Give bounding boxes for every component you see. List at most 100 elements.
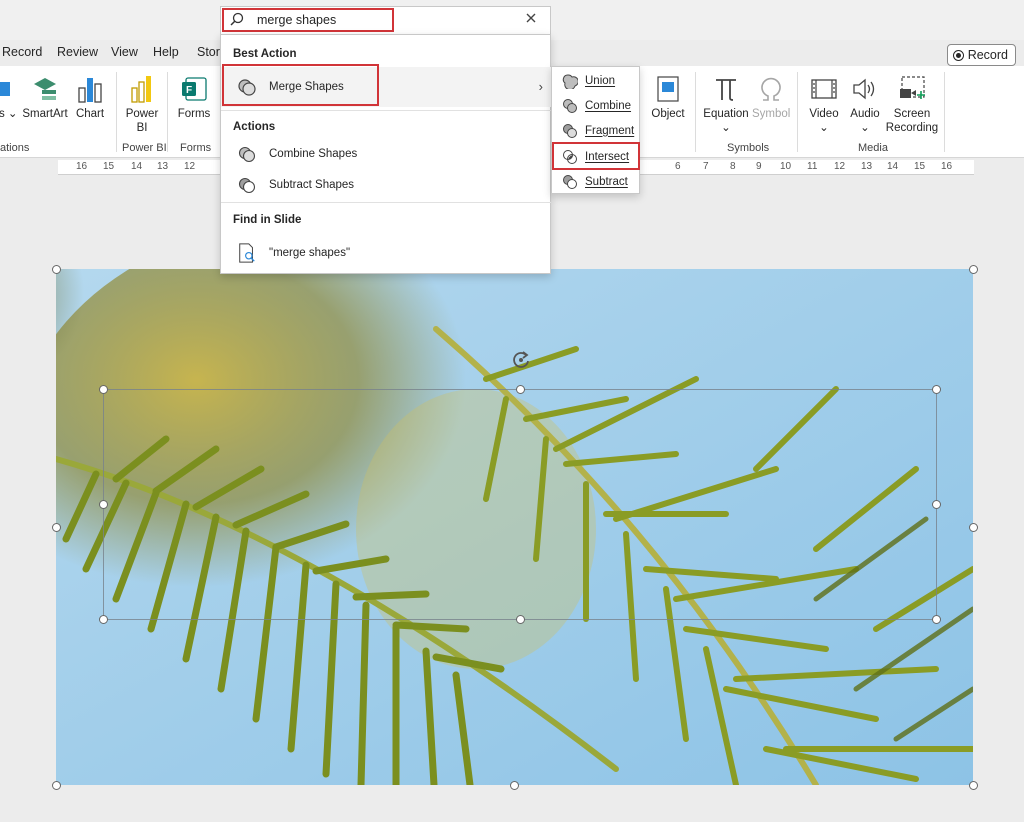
screen-recording-label-line2: Recording	[885, 122, 939, 134]
combine-icon	[563, 98, 577, 113]
smartart-icon	[34, 78, 56, 100]
resize-handle[interactable]	[52, 523, 61, 532]
chart-label: Chart	[75, 108, 105, 120]
video-button[interactable]: Video ⌄	[803, 74, 845, 135]
resize-handle[interactable]	[932, 500, 941, 509]
ruler-tick: 9	[756, 161, 762, 172]
ruler-tick: 15	[914, 161, 926, 172]
resize-handle[interactable]	[99, 615, 108, 624]
ruler-tick: 6	[675, 161, 681, 172]
ruler-tick: 14	[131, 161, 143, 172]
group-separator	[944, 72, 945, 152]
divider	[221, 202, 551, 203]
rectangle-shape[interactable]	[103, 389, 937, 620]
chevron-right-icon: ›	[538, 79, 543, 94]
smartart-button[interactable]: SmartArt	[20, 74, 70, 121]
audio-label: Audio	[850, 108, 880, 120]
resize-handle[interactable]	[969, 523, 978, 532]
group-separator	[797, 72, 798, 152]
ruler-tick: 12	[834, 161, 846, 172]
resize-handle[interactable]	[99, 385, 108, 394]
fragment-item[interactable]: Fragment	[552, 118, 640, 143]
ruler-tick: 15	[103, 161, 115, 172]
chevron-down-icon: ⌄	[721, 122, 731, 134]
subtract-shapes-icon	[238, 177, 256, 194]
group-separator	[167, 72, 168, 152]
union-icon	[562, 73, 578, 89]
audio-button[interactable]: Audio ⌄	[845, 74, 885, 135]
best-action-highlight	[222, 64, 379, 106]
best-action-header: Best Action	[233, 48, 297, 60]
tab-review[interactable]: Review	[57, 45, 98, 59]
power-bi-icon	[131, 76, 151, 103]
chevron-down-icon: ⌄	[4, 108, 18, 120]
power-bi-label-line1: Power	[125, 108, 159, 120]
equation-button[interactable]: Equation ⌄	[700, 74, 752, 135]
subtract-shapes-item[interactable]: Subtract Shapes	[221, 170, 551, 200]
resize-handle[interactable]	[52, 781, 61, 790]
video-label: Video	[809, 108, 839, 120]
power-bi-button[interactable]: Power BI	[122, 74, 162, 135]
resize-handle[interactable]	[510, 781, 519, 790]
ruler-tick: 12	[184, 161, 196, 172]
tab-record[interactable]: Record	[2, 45, 42, 59]
combine-item[interactable]: Combine	[552, 93, 640, 118]
close-icon[interactable]	[525, 12, 537, 24]
intersect-highlight	[552, 142, 640, 170]
find-in-slide-header: Find in Slide	[233, 214, 302, 226]
record-button[interactable]: Record	[946, 44, 1016, 66]
group-label-media: Media	[858, 142, 888, 154]
speaker-icon	[853, 78, 875, 100]
group-label-illustrations: ations	[0, 142, 30, 154]
screen-recording-icon	[900, 76, 925, 99]
find-in-slide-icon	[239, 243, 255, 263]
symbol-button[interactable]: Symbol	[752, 74, 790, 121]
search-highlight	[222, 8, 394, 32]
tab-storyboarding[interactable]: Stor	[197, 45, 220, 59]
tab-help[interactable]: Help	[153, 45, 179, 59]
group-label-power-bi: Power BI	[122, 142, 167, 154]
subtract-icon	[563, 174, 577, 189]
symbol-label: Symbol	[752, 108, 791, 120]
record-button-label: Record	[967, 48, 1008, 62]
chart-button[interactable]: Chart	[72, 74, 108, 121]
resize-handle[interactable]	[516, 615, 525, 624]
resize-handle[interactable]	[99, 500, 108, 509]
combine-shapes-item[interactable]: Combine Shapes	[221, 139, 551, 169]
group-label-symbols: Symbols	[727, 142, 770, 154]
resize-handle[interactable]	[52, 265, 61, 274]
forms-label: Forms	[177, 108, 211, 120]
group-separator	[116, 72, 117, 152]
resize-handle[interactable]	[932, 615, 941, 624]
resize-handle[interactable]	[969, 265, 978, 274]
resize-handle[interactable]	[516, 385, 525, 394]
omega-icon	[761, 77, 781, 101]
screen-recording-label-line1: Screen	[893, 108, 931, 120]
combine-label: Combine	[585, 99, 632, 112]
forms-button[interactable]: F Forms	[172, 74, 216, 121]
ruler-tick: 7	[703, 161, 709, 172]
resize-handle[interactable]	[932, 385, 941, 394]
ruler-tick: 16	[76, 161, 88, 172]
combine-shapes-label: Combine Shapes	[269, 148, 358, 160]
subtract-shapes-label: Subtract Shapes	[269, 179, 355, 191]
object-icon	[657, 76, 679, 102]
ruler-tick: 11	[807, 161, 818, 172]
ruler-tick: 10	[780, 161, 792, 172]
equation-label: Equation	[703, 108, 749, 120]
find-in-slide-item[interactable]: "merge shapes"	[221, 237, 551, 269]
divider	[221, 110, 551, 111]
smartart-label: SmartArt	[22, 108, 68, 120]
fragment-icon	[563, 123, 577, 138]
union-item[interactable]: Union	[552, 68, 640, 93]
union-label: Union	[585, 74, 616, 87]
record-icon	[952, 49, 964, 61]
ruler-tick: 13	[157, 161, 169, 172]
screen-recording-button[interactable]: Screen Recording	[884, 74, 940, 135]
rotate-icon[interactable]	[510, 349, 532, 371]
icons-button[interactable]: ls ⌄	[0, 74, 18, 121]
resize-handle[interactable]	[969, 781, 978, 790]
object-button[interactable]: Object	[646, 74, 690, 121]
subtract-item[interactable]: Subtract	[552, 169, 640, 194]
tab-view[interactable]: View	[111, 45, 138, 59]
